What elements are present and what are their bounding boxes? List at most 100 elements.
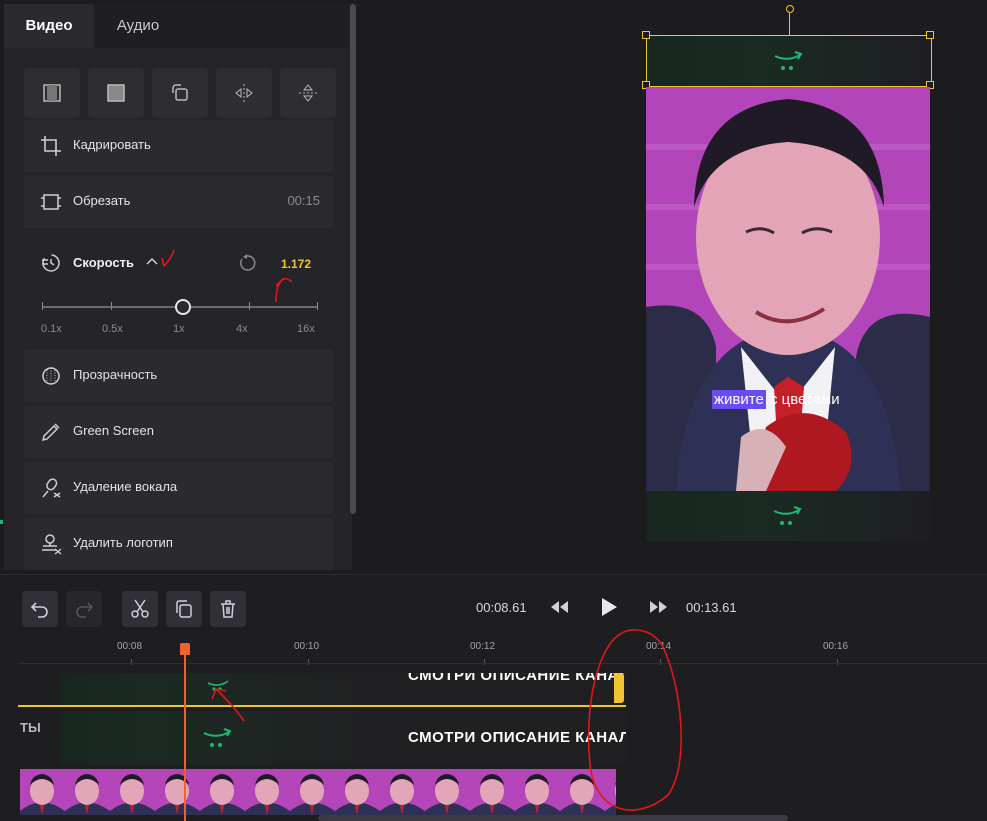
slider-tick — [249, 302, 250, 310]
slider-tick — [317, 302, 318, 310]
opacity-label: Прозрачность — [73, 367, 158, 382]
ruler-tick — [837, 659, 838, 665]
trim-label: Обрезать — [73, 193, 131, 208]
current-time: 00:08.61 — [476, 600, 527, 615]
flip-horizontal-button[interactable] — [216, 68, 272, 118]
opacity-row[interactable]: Прозрачность — [24, 350, 334, 402]
vocal-removal-row[interactable]: Удаление вокала — [24, 462, 334, 514]
subtitle-highlight: живите — [712, 390, 766, 409]
timeline-scrollbar[interactable] — [318, 815, 788, 821]
ruler-tick — [131, 659, 132, 665]
speed-mark: 0.5x — [102, 323, 123, 335]
rotate-handle[interactable] — [786, 5, 794, 13]
aspect-button[interactable] — [24, 68, 80, 118]
resize-handle[interactable] — [926, 31, 934, 39]
ruler-baseline — [18, 663, 987, 664]
annotation-scribble — [161, 249, 175, 267]
chevron-up-icon[interactable] — [146, 256, 158, 266]
ruler-label: 00:16 — [823, 641, 849, 652]
ruler-label: 00:08 — [117, 641, 143, 652]
cart-logo-icon — [203, 728, 232, 747]
green-screen-row[interactable]: Green Screen — [24, 406, 334, 458]
speed-mark: 4x — [236, 323, 248, 335]
tab-bar: Видео Аудио — [4, 4, 352, 48]
undo-button[interactable] — [22, 591, 58, 627]
cart-logo-icon — [773, 506, 802, 525]
microphone-off-icon — [42, 478, 61, 498]
rotate-icon — [172, 84, 188, 101]
subtitle[interactable]: живите с цветами — [712, 390, 840, 409]
stamp-icon — [42, 534, 62, 555]
crop-label: Кадрировать — [73, 137, 151, 152]
video-settings-panel: Видео Аудио Кадрировать Обрезать 00:15 С… — [4, 4, 352, 570]
duplicate-button[interactable] — [166, 591, 202, 627]
playhead-line — [184, 655, 186, 821]
annotation-scribble — [275, 277, 293, 303]
speed-mark: 16x — [297, 323, 315, 335]
vocal-removal-label: Удаление вокала — [73, 479, 178, 494]
cart-logo-icon — [774, 51, 803, 70]
trash-icon — [221, 600, 235, 618]
slider-tick — [42, 302, 43, 310]
speed-value[interactable]: 1.172 — [276, 257, 316, 271]
opacity-icon — [42, 367, 60, 385]
duplicate-icon — [176, 600, 192, 618]
flip-vertical-button[interactable] — [280, 68, 336, 118]
undo-icon — [30, 602, 48, 618]
flip-vertical-icon — [299, 84, 317, 102]
rotate-handle-stem — [789, 13, 790, 35]
subtitle-rest: с цветами — [765, 391, 840, 408]
flip-horizontal-icon — [235, 84, 253, 102]
speed-icon — [42, 254, 60, 272]
speed-label: Скорость — [73, 255, 134, 270]
resize-handle[interactable] — [642, 31, 650, 39]
ruler-label: 00:10 — [294, 641, 320, 652]
overlay-track-selected[interactable]: СМОТРИ ОПИСАНИЕ КАНАЛА — [18, 673, 626, 707]
crop-row[interactable]: Кадрировать — [24, 120, 334, 172]
trim-duration: 00:15 — [287, 193, 320, 208]
trim-row[interactable]: Обрезать 00:15 — [24, 176, 334, 228]
rotate-button[interactable] — [152, 68, 208, 118]
ruler-label: 00:12 — [470, 641, 496, 652]
logo-removal-label: Удалить логотип — [73, 535, 173, 550]
trim-icon — [41, 194, 61, 210]
speed-slider-thumb[interactable] — [175, 299, 191, 315]
video-frame[interactable]: живите с цветами — [646, 87, 930, 491]
ruler-tick — [484, 659, 485, 665]
annotation-circle — [587, 629, 682, 811]
tab-audio[interactable]: Аудио — [96, 4, 180, 48]
timeline-panel: 00:08.61 00:13.61 00:08 00:10 00:12 00:1… — [0, 574, 987, 821]
split-button[interactable] — [122, 591, 158, 627]
person-image — [646, 87, 930, 491]
speed-mark: 0.1x — [41, 323, 62, 335]
video-clip-thumbnails[interactable] — [20, 769, 616, 815]
fill-button[interactable] — [88, 68, 144, 118]
play-icon[interactable] — [600, 597, 618, 617]
delete-button[interactable] — [210, 591, 246, 627]
bottom-banner-overlay[interactable] — [646, 491, 930, 541]
speed-section: Скорость 1.172 0.1x 0.5x 1x 4x 16x — [24, 238, 334, 346]
top-banner-overlay[interactable] — [646, 35, 932, 87]
playhead-handle[interactable] — [180, 643, 190, 655]
eyedropper-icon — [41, 423, 60, 442]
reset-icon[interactable] — [238, 254, 256, 272]
slider-tick — [111, 302, 112, 310]
annotation-arrow — [211, 688, 245, 722]
rewind-icon[interactable] — [550, 599, 570, 615]
edge-marker — [0, 520, 3, 524]
tab-video[interactable]: Видео — [4, 4, 94, 48]
fill-icon — [107, 84, 125, 102]
ruler-tick — [308, 659, 309, 665]
redo-icon — [76, 602, 94, 618]
track-label: ТЫ — [20, 720, 41, 735]
logo-removal-row[interactable]: Удалить логотип — [24, 518, 334, 570]
end-time: 00:13.61 — [686, 600, 737, 615]
panel-scrollbar[interactable] — [350, 4, 356, 514]
redo-button[interactable] — [66, 591, 102, 627]
overlay-clip[interactable]: СМОТРИ ОПИСАНИЕ КАНАЛА — [60, 711, 626, 765]
green-screen-label: Green Screen — [73, 423, 154, 438]
speed-mark: 1x — [173, 323, 185, 335]
aspect-icon — [43, 84, 61, 102]
fast-forward-icon[interactable] — [648, 599, 668, 615]
thumbnail-strip — [20, 769, 616, 815]
